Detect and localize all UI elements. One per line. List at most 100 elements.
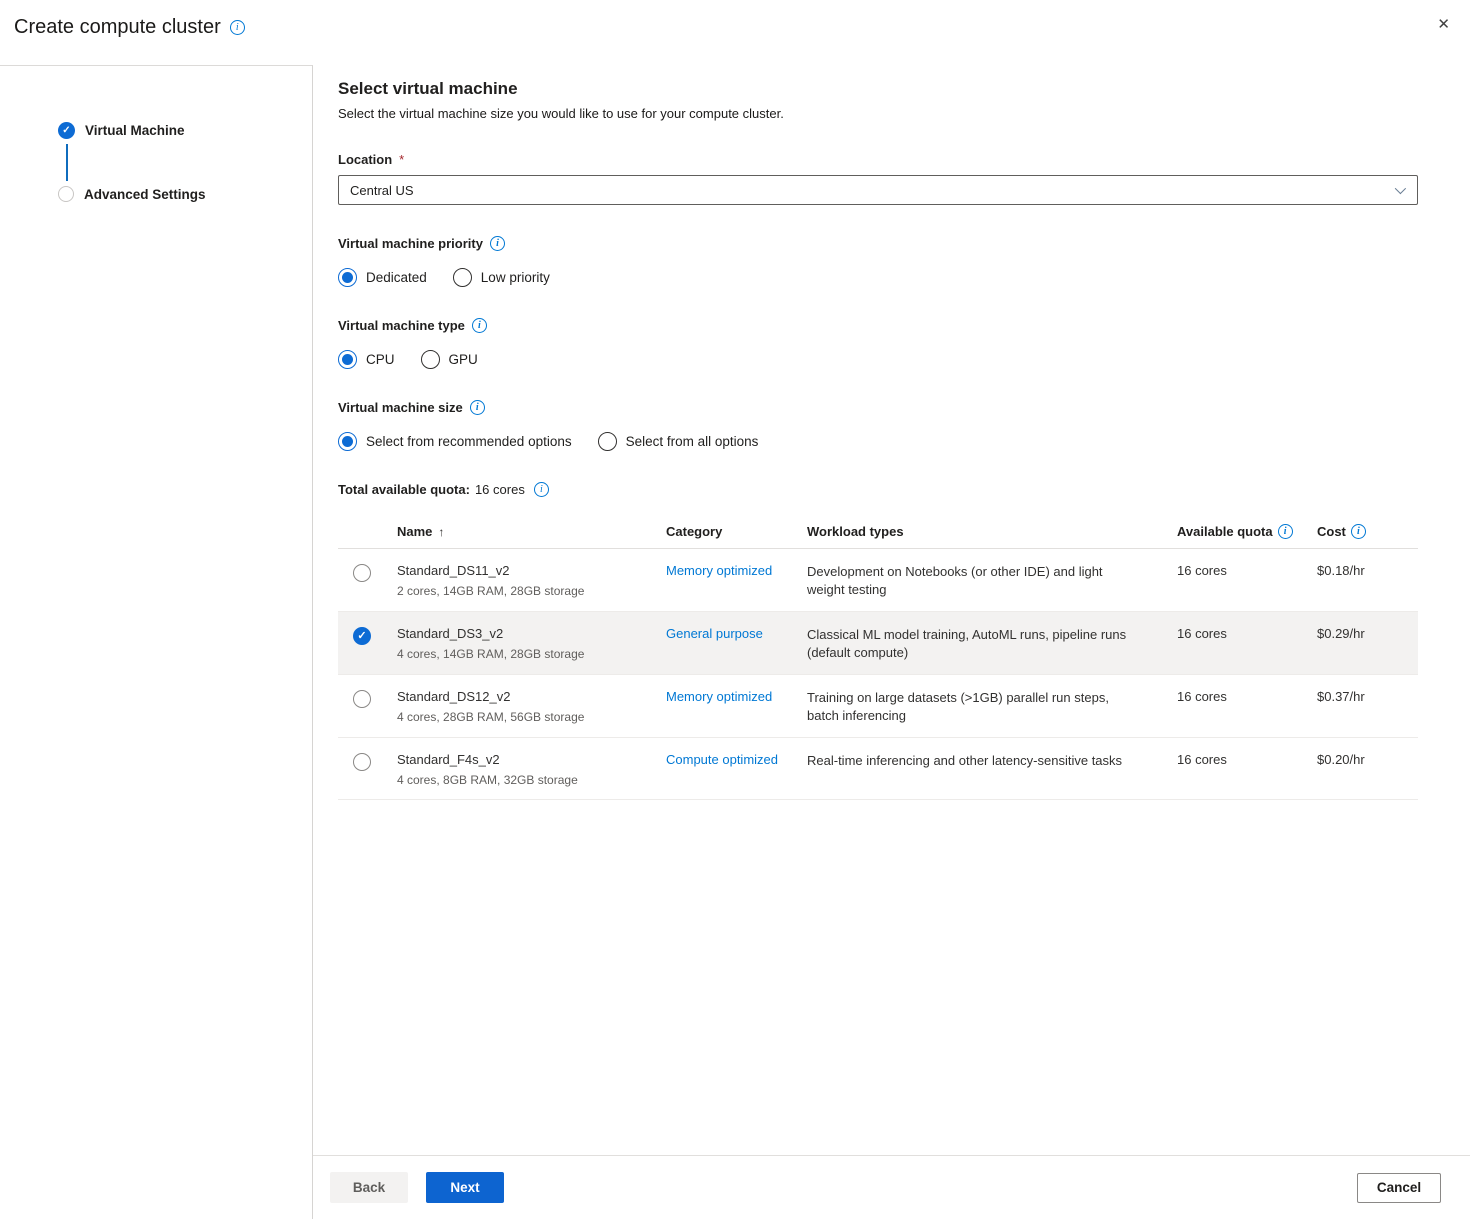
- category-link[interactable]: Memory optimized: [666, 563, 772, 578]
- stepper-step-virtual-machine[interactable]: ✓ Virtual Machine: [58, 122, 312, 139]
- row-select-radio[interactable]: ✓: [353, 564, 371, 582]
- vm-type-info-icon[interactable]: i: [472, 318, 487, 333]
- check-icon: ✓: [62, 126, 70, 136]
- cost-text: $0.29/hr: [1317, 626, 1418, 662]
- titlebar: Create compute cluster i ✕: [0, 0, 1470, 65]
- main-content: Select virtual machine Select the virtua…: [313, 65, 1470, 1219]
- table-row[interactable]: ✓ Standard_DS11_v2 2 cores, 14GB RAM, 28…: [338, 549, 1418, 612]
- vm-size-table: Name ↑ Category Workload types Available…: [338, 515, 1418, 800]
- quota-header-info-icon[interactable]: i: [1278, 524, 1293, 539]
- category-link[interactable]: Memory optimized: [666, 689, 772, 704]
- row-category-cell: Compute optimized: [666, 752, 807, 787]
- row-name-cell: Standard_DS11_v2 2 cores, 14GB RAM, 28GB…: [397, 563, 666, 599]
- row-select-radio[interactable]: ✓: [353, 690, 371, 708]
- section-heading: Select virtual machine: [338, 79, 1418, 99]
- step-complete-icon: ✓: [58, 122, 75, 139]
- stepper-step-advanced-settings[interactable]: Advanced Settings: [58, 186, 312, 202]
- row-select-radio[interactable]: ✓: [353, 753, 371, 771]
- priority-info-icon[interactable]: i: [490, 236, 505, 251]
- section-subheading: Select the virtual machine size you woul…: [338, 106, 1418, 121]
- radio-unselected-icon: [598, 432, 617, 451]
- title-info-icon[interactable]: i: [230, 20, 245, 35]
- radio-unselected-icon: [453, 268, 472, 287]
- vm-name: Standard_F4s_v2: [397, 752, 666, 767]
- quota-info-icon[interactable]: i: [534, 482, 549, 497]
- quota-label: Total available quota:: [338, 482, 470, 497]
- row-radio-cell: ✓: [338, 752, 397, 787]
- column-header-category: Category: [666, 524, 807, 539]
- table-row[interactable]: ✓ Standard_DS3_v2 4 cores, 14GB RAM, 28G…: [338, 612, 1418, 675]
- column-label: Category: [666, 524, 722, 539]
- radio-dedicated[interactable]: Dedicated: [338, 268, 427, 287]
- quota-value: 16 cores: [475, 482, 525, 497]
- step-label: Advanced Settings: [84, 187, 206, 202]
- radio-label: Select from recommended options: [366, 434, 572, 449]
- table-row[interactable]: ✓ Standard_F4s_v2 4 cores, 8GB RAM, 32GB…: [338, 738, 1418, 800]
- step-label: Virtual Machine: [85, 123, 185, 138]
- row-radio-cell: ✓: [338, 689, 397, 725]
- row-radio-cell: ✓: [338, 626, 397, 662]
- location-select[interactable]: Central US: [338, 175, 1418, 205]
- dialog-body: ✓ Virtual Machine Advanced Settings Sele…: [0, 65, 1470, 1219]
- radio-gpu[interactable]: GPU: [421, 350, 478, 369]
- workload-text: Training on large datasets (>1GB) parall…: [807, 689, 1177, 725]
- vm-type-label: Virtual machine type i: [338, 318, 1418, 333]
- vm-type-radio-group: CPU GPU: [338, 350, 1418, 369]
- radio-selected-icon: [338, 432, 357, 451]
- available-quota-text: 16 cores: [1177, 563, 1317, 599]
- close-icon[interactable]: ✕: [1433, 13, 1454, 36]
- row-radio-cell: ✓: [338, 563, 397, 599]
- priority-label-text: Virtual machine priority: [338, 236, 483, 251]
- check-icon: ✓: [357, 631, 366, 642]
- column-label: Workload types: [807, 524, 904, 539]
- priority-label: Virtual machine priority i: [338, 236, 1418, 251]
- vm-specs: 4 cores, 28GB RAM, 56GB storage: [397, 710, 666, 724]
- radio-low-priority[interactable]: Low priority: [453, 268, 550, 287]
- back-button[interactable]: Back: [330, 1172, 408, 1203]
- location-label: Location *: [338, 152, 1418, 167]
- radio-all-options[interactable]: Select from all options: [598, 432, 759, 451]
- cancel-button[interactable]: Cancel: [1357, 1173, 1441, 1203]
- required-asterisk: *: [399, 152, 404, 167]
- cost-text: $0.20/hr: [1317, 752, 1418, 787]
- radio-cpu[interactable]: CPU: [338, 350, 395, 369]
- column-header-name[interactable]: Name ↑: [397, 524, 666, 539]
- workload-text: Classical ML model training, AutoML runs…: [807, 626, 1177, 662]
- available-quota-text: 16 cores: [1177, 689, 1317, 725]
- column-label: Name: [397, 524, 432, 539]
- radio-label: Low priority: [481, 270, 550, 285]
- total-quota-line: Total available quota: 16 cores i: [338, 482, 1418, 497]
- row-select-radio[interactable]: ✓: [353, 627, 371, 645]
- next-button[interactable]: Next: [426, 1172, 504, 1203]
- cost-header-info-icon[interactable]: i: [1351, 524, 1366, 539]
- row-category-cell: Memory optimized: [666, 689, 807, 725]
- radio-label: GPU: [449, 352, 478, 367]
- column-header-cost: Cost i: [1317, 524, 1418, 539]
- column-header-workload: Workload types: [807, 524, 1177, 539]
- column-label: Available quota: [1177, 524, 1273, 539]
- vm-table-body: ✓ Standard_DS11_v2 2 cores, 14GB RAM, 28…: [338, 549, 1418, 800]
- radio-recommended-options[interactable]: Select from recommended options: [338, 432, 572, 451]
- vm-size-label-text: Virtual machine size: [338, 400, 463, 415]
- page-title: Create compute cluster: [14, 16, 221, 39]
- workload-text: Development on Notebooks (or other IDE) …: [807, 563, 1177, 599]
- vm-name: Standard_DS11_v2: [397, 563, 666, 578]
- table-row[interactable]: ✓ Standard_DS12_v2 4 cores, 28GB RAM, 56…: [338, 675, 1418, 738]
- cost-text: $0.18/hr: [1317, 563, 1418, 599]
- radio-label: Dedicated: [366, 270, 427, 285]
- priority-radio-group: Dedicated Low priority: [338, 268, 1418, 287]
- radio-selected-icon: [338, 350, 357, 369]
- vm-size-info-icon[interactable]: i: [470, 400, 485, 415]
- cost-text: $0.37/hr: [1317, 689, 1418, 725]
- radio-selected-icon: [338, 268, 357, 287]
- column-label: Cost: [1317, 524, 1346, 539]
- sort-ascending-icon: ↑: [438, 525, 444, 539]
- category-link[interactable]: Compute optimized: [666, 752, 778, 767]
- vm-size-label: Virtual machine size i: [338, 400, 1418, 415]
- stepper-connector: [66, 144, 68, 181]
- available-quota-text: 16 cores: [1177, 626, 1317, 662]
- vm-specs: 2 cores, 14GB RAM, 28GB storage: [397, 584, 666, 598]
- category-link[interactable]: General purpose: [666, 626, 763, 641]
- stepper-sidebar: ✓ Virtual Machine Advanced Settings: [0, 65, 313, 1219]
- vm-size-radio-group: Select from recommended options Select f…: [338, 432, 1418, 451]
